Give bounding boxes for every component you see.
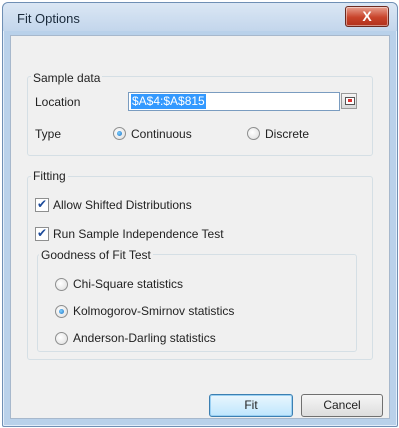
run-independence-checkbox[interactable]	[35, 226, 49, 241]
location-input[interactable]: $A$4:$A$815	[128, 92, 340, 111]
dialog-body: Sample data Location $A$4:$A$815 Type Co…	[10, 35, 390, 419]
location-value: $A$4:$A$815	[131, 94, 206, 109]
kolmogorov-smirnov-label[interactable]: Kolmogorov-Smirnov statistics	[73, 304, 234, 318]
chi-square-radio[interactable]	[55, 278, 68, 291]
fit-button[interactable]: Fit	[209, 394, 293, 417]
allow-shifted-label[interactable]: Allow Shifted Distributions	[53, 198, 192, 212]
dialog-title: Fit Options	[17, 11, 80, 26]
continuous-label[interactable]: Continuous	[131, 127, 192, 141]
discrete-label[interactable]: Discrete	[265, 127, 309, 141]
chi-square-label[interactable]: Chi-Square statistics	[73, 277, 183, 291]
sample-data-label: Sample data	[31, 71, 103, 85]
range-select-button[interactable]	[341, 93, 357, 109]
sample-data-group	[27, 76, 373, 156]
allow-shifted-checkbox[interactable]	[35, 197, 49, 212]
type-label: Type	[35, 127, 62, 141]
location-label: Location	[35, 95, 81, 109]
close-icon: X	[362, 8, 372, 24]
continuous-radio[interactable]	[113, 127, 126, 140]
gof-label: Goodness of Fit Test	[39, 248, 153, 262]
discrete-radio[interactable]	[247, 127, 260, 140]
cancel-button[interactable]: Cancel	[301, 394, 383, 417]
kolmogorov-smirnov-radio[interactable]	[55, 305, 68, 318]
title-bar[interactable]: Fit Options X	[3, 3, 397, 31]
range-select-icon	[345, 97, 355, 105]
close-button[interactable]: X	[345, 6, 389, 27]
anderson-darling-radio[interactable]	[55, 332, 68, 345]
run-independence-label[interactable]: Run Sample Independence Test	[53, 227, 224, 241]
fitting-label: Fitting	[31, 169, 68, 183]
anderson-darling-label[interactable]: Anderson-Darling statistics	[73, 331, 216, 345]
fit-options-dialog: Fit Options X Sample data Location $A$4:…	[2, 2, 398, 427]
